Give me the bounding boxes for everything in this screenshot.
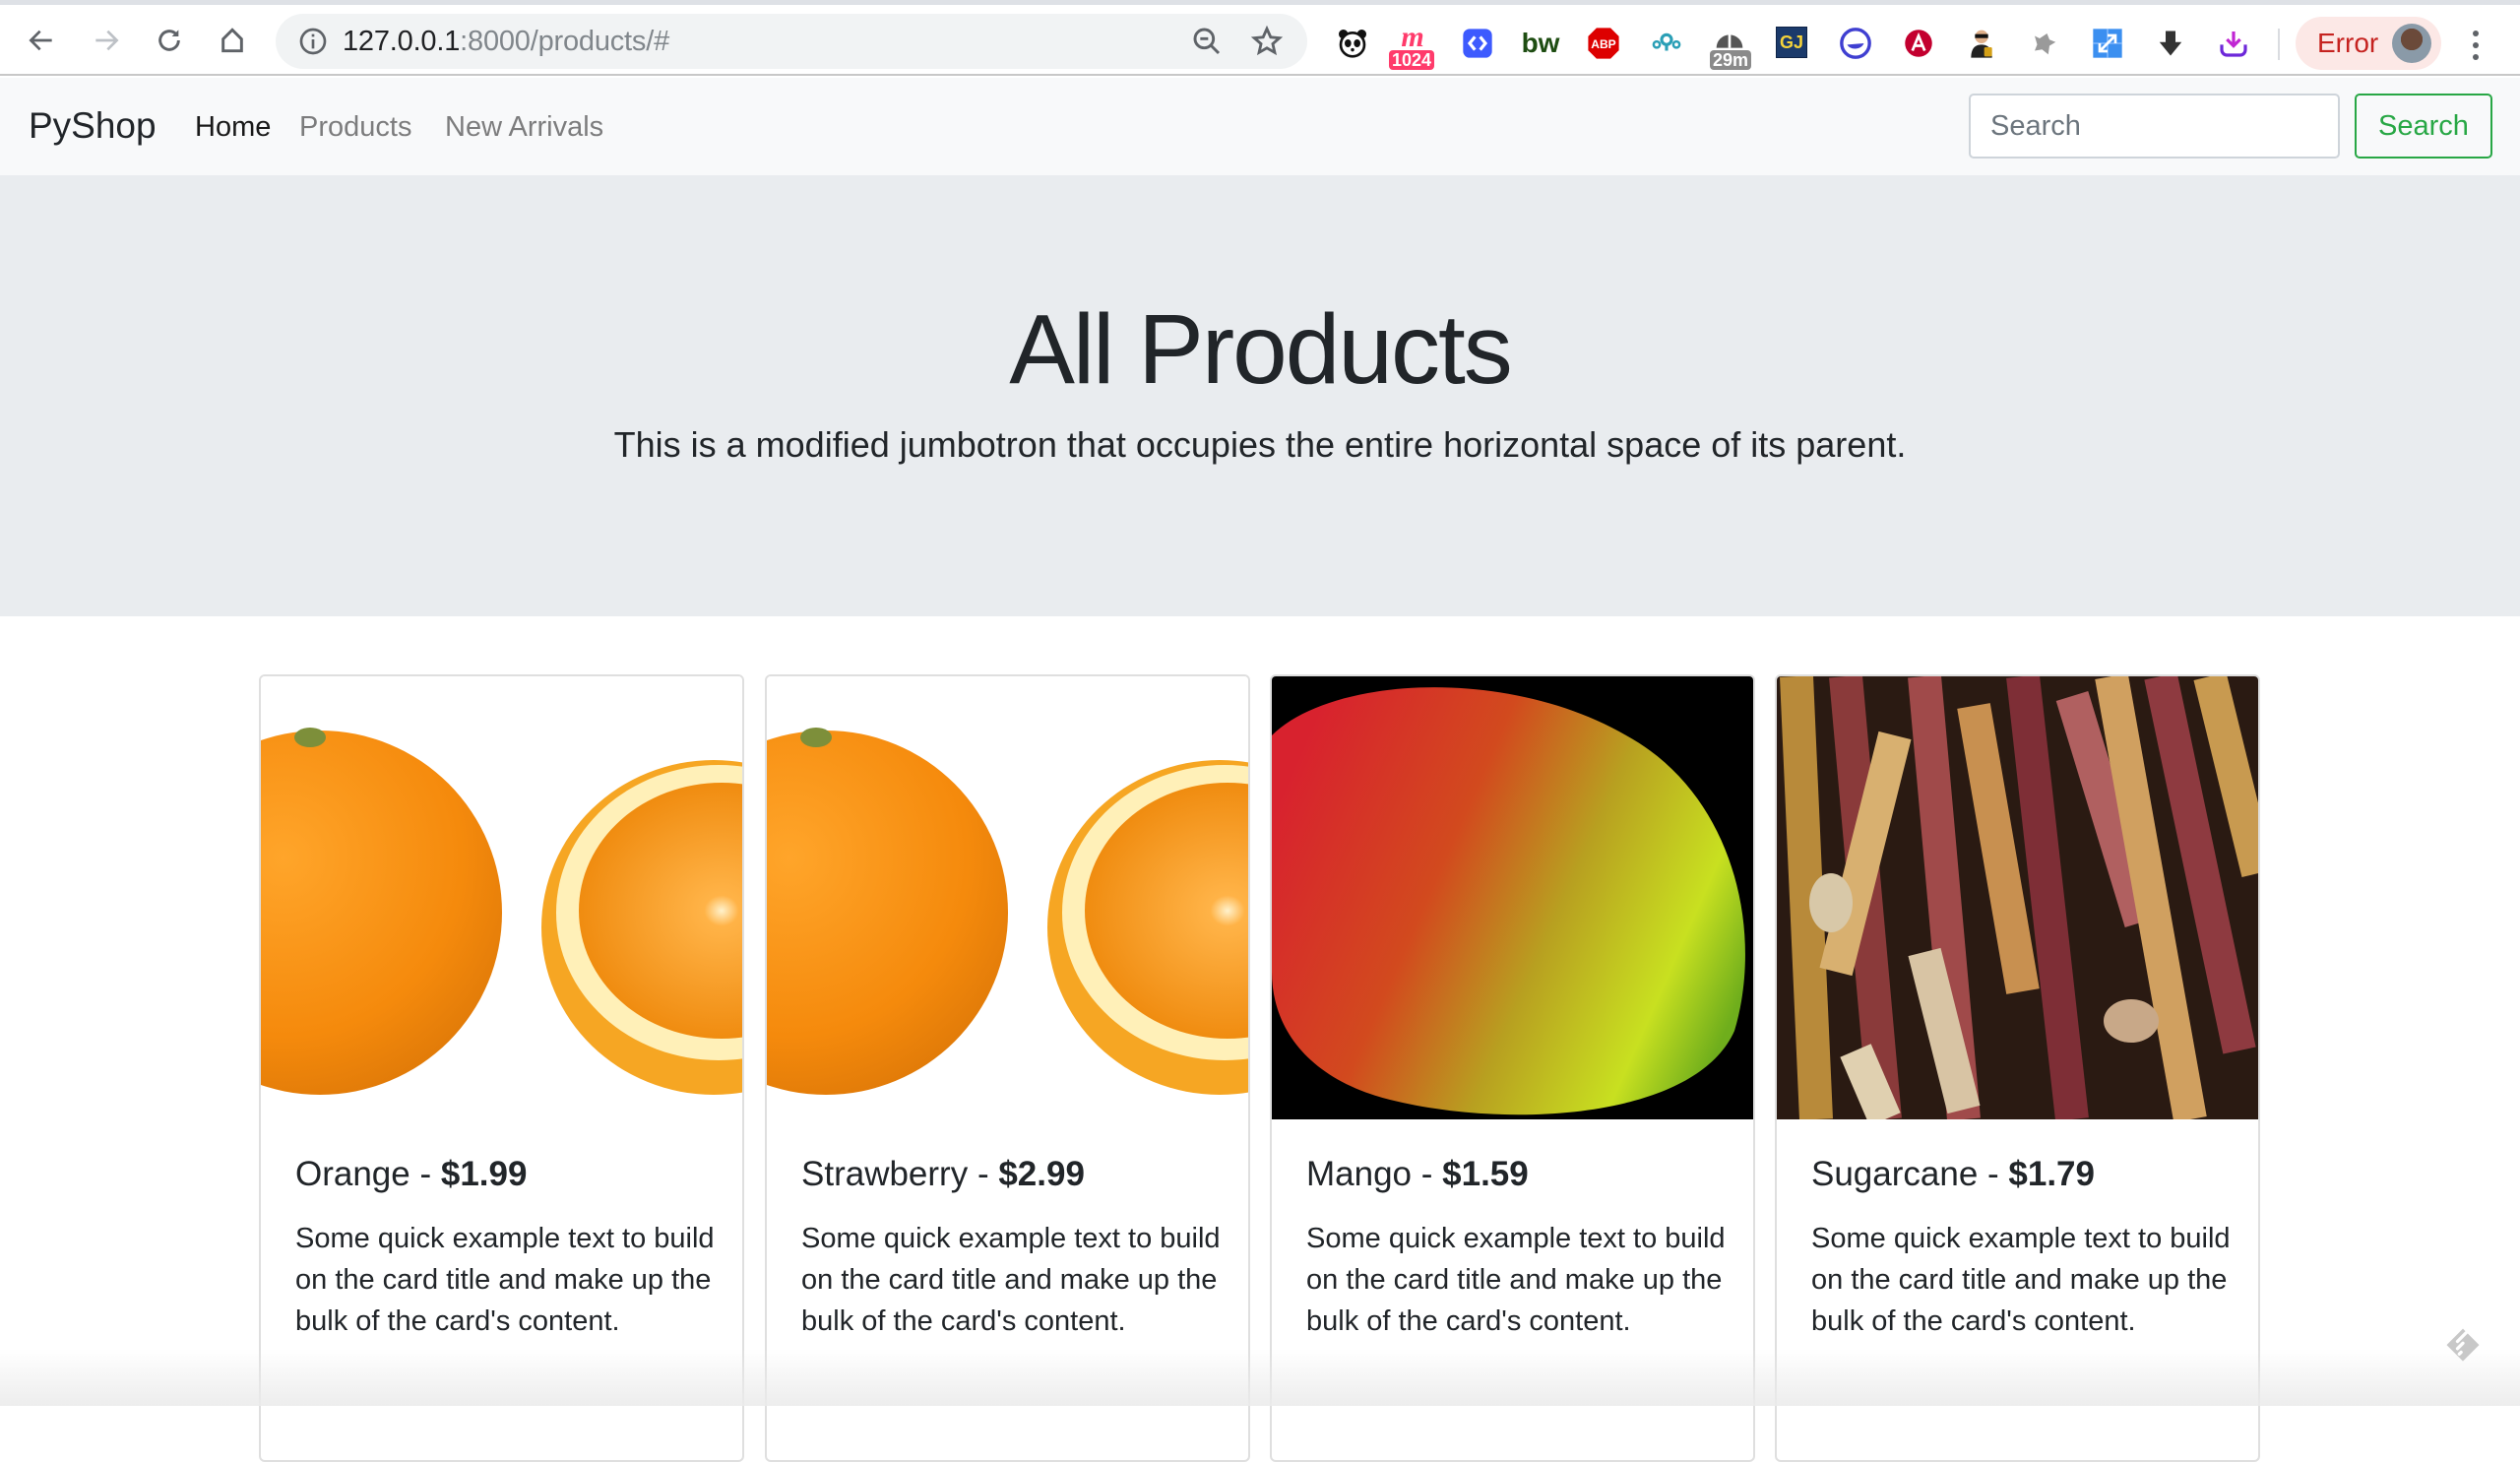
panda-extension-icon[interactable] bbox=[1336, 27, 1369, 60]
svg-text:ABP: ABP bbox=[1591, 37, 1615, 51]
product-description: Some quick example text to build on the … bbox=[801, 1223, 1221, 1337]
m-extension-icon[interactable]: m bbox=[1396, 21, 1429, 54]
timer-extension-icon[interactable] bbox=[1713, 21, 1746, 54]
product-card: Orange - $1.99 Some quick example text t… bbox=[259, 674, 744, 1462]
browser-toolbar: 127.0.0.1:8000/products/# m 1024 bw ABP … bbox=[0, 5, 2520, 76]
forward-button[interactable] bbox=[85, 19, 128, 62]
product-title: Strawberry - $2.99 bbox=[801, 1155, 1085, 1193]
bookmark-star-icon[interactable] bbox=[1250, 25, 1284, 58]
info-icon[interactable] bbox=[297, 26, 329, 57]
profile-error-label: Error bbox=[2317, 28, 2379, 58]
product-image-orange bbox=[261, 676, 742, 1119]
timer-extension-badge: 29m bbox=[1710, 50, 1752, 70]
resize-extension-icon[interactable] bbox=[2091, 27, 2124, 60]
circle-extension-icon[interactable] bbox=[1839, 27, 1872, 60]
bw-extension-icon[interactable]: bw bbox=[1522, 27, 1560, 60]
agent-extension-icon[interactable] bbox=[1965, 27, 1998, 60]
avatar bbox=[2392, 24, 2431, 63]
product-image-mango bbox=[1272, 676, 1753, 1119]
jumbotron: All Products This is a modified jumbotro… bbox=[0, 175, 2520, 616]
product-title: Orange - $1.99 bbox=[295, 1155, 528, 1193]
page-title: All Products bbox=[1009, 294, 1513, 405]
toolbar-separator bbox=[2278, 29, 2280, 60]
home-icon bbox=[221, 28, 243, 53]
angular-extension-icon[interactable] bbox=[1902, 27, 1935, 60]
product-title: Mango - $1.59 bbox=[1306, 1155, 1529, 1193]
back-button[interactable] bbox=[20, 19, 63, 62]
m-extension-badge: 1024 bbox=[1389, 50, 1435, 70]
nav-link-new-arrivals[interactable]: New Arrivals bbox=[445, 110, 603, 144]
home-button[interactable] bbox=[211, 19, 254, 62]
wolf-extension-icon[interactable] bbox=[2028, 27, 2061, 60]
product-description: Some quick example text to build on the … bbox=[1811, 1223, 2231, 1337]
brand-logo[interactable]: PyShop bbox=[29, 105, 157, 147]
reload-icon bbox=[158, 30, 180, 51]
site-navbar: PyShop Home Products New Arrivals Search bbox=[0, 78, 2520, 175]
search-button[interactable]: Search bbox=[2355, 94, 2492, 159]
jumbotron-lead: This is a modified jumbotron that occupi… bbox=[613, 424, 1907, 465]
download-tray-icon[interactable] bbox=[2217, 27, 2250, 60]
url-text[interactable]: 127.0.0.1:8000/products/# bbox=[343, 26, 669, 57]
product-image-sugarcane bbox=[1777, 676, 2258, 1119]
dev-extension-icon[interactable] bbox=[1461, 27, 1494, 60]
more-menu-icon[interactable] bbox=[2466, 29, 2486, 62]
product-image-strawberry bbox=[767, 676, 1248, 1119]
product-description: Some quick example text to build on the … bbox=[295, 1223, 715, 1337]
product-title: Sugarcane - $1.79 bbox=[1811, 1155, 2095, 1193]
reload-button[interactable] bbox=[148, 19, 191, 62]
gj-extension-icon[interactable]: GJ bbox=[1776, 27, 1807, 58]
arrow-left-icon bbox=[29, 30, 52, 51]
profile-button[interactable]: Error bbox=[2296, 17, 2441, 70]
adblock-plus-icon[interactable]: ABP bbox=[1587, 27, 1620, 60]
product-card: Strawberry - $2.99 Some quick example te… bbox=[765, 674, 1250, 1462]
product-card: Sugarcane - $1.79 Some quick example tex… bbox=[1775, 674, 2260, 1462]
download-arrow-icon[interactable] bbox=[2154, 27, 2187, 60]
feedly-icon[interactable] bbox=[2441, 1325, 2485, 1368]
product-description: Some quick example text to build on the … bbox=[1306, 1223, 1726, 1337]
location-extension-icon[interactable] bbox=[1650, 27, 1683, 60]
arrow-right-icon bbox=[95, 30, 119, 51]
nav-link-products[interactable]: Products bbox=[299, 110, 411, 144]
search-input[interactable] bbox=[1969, 94, 2340, 159]
zoom-out-icon[interactable] bbox=[1191, 26, 1223, 57]
product-card: Mango - $1.59 Some quick example text to… bbox=[1270, 674, 1755, 1462]
address-bar[interactable]: 127.0.0.1:8000/products/# bbox=[276, 14, 1307, 69]
nav-link-home[interactable]: Home bbox=[195, 110, 271, 144]
